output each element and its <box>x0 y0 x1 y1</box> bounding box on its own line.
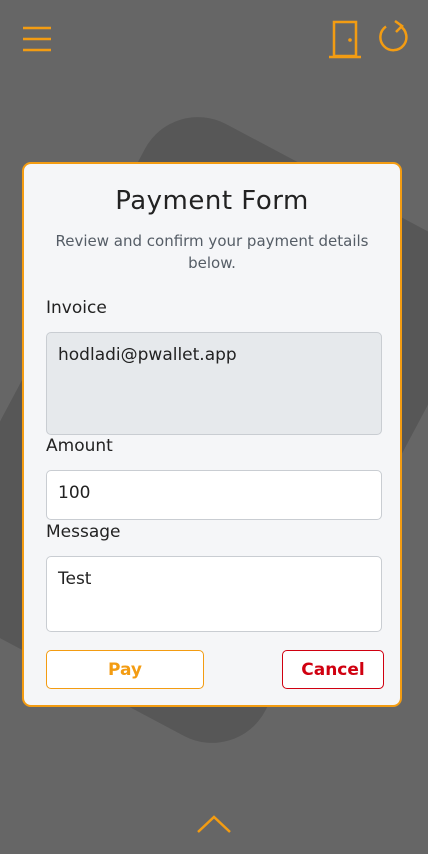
amount-input[interactable]: 100 <box>46 470 382 520</box>
invoice-field: hodladi@pwallet.app <box>46 332 382 435</box>
amount-label: Amount <box>46 436 113 456</box>
form-subtitle: Review and confirm your payment details … <box>55 232 369 272</box>
cancel-button[interactable]: Cancel <box>282 650 384 689</box>
menu-icon[interactable] <box>22 24 52 54</box>
payment-form-card: Payment Form Review and confirm your pay… <box>22 162 402 707</box>
invoice-label: Invoice <box>46 298 107 318</box>
message-label: Message <box>46 522 121 542</box>
form-title: Payment Form <box>115 186 309 216</box>
pay-button[interactable]: Pay <box>46 650 204 689</box>
chevron-up-icon[interactable] <box>194 808 234 838</box>
door-exit-icon[interactable] <box>328 20 362 60</box>
refresh-icon[interactable] <box>376 20 410 54</box>
top-bar <box>0 0 428 80</box>
message-input[interactable]: Test <box>46 556 382 632</box>
